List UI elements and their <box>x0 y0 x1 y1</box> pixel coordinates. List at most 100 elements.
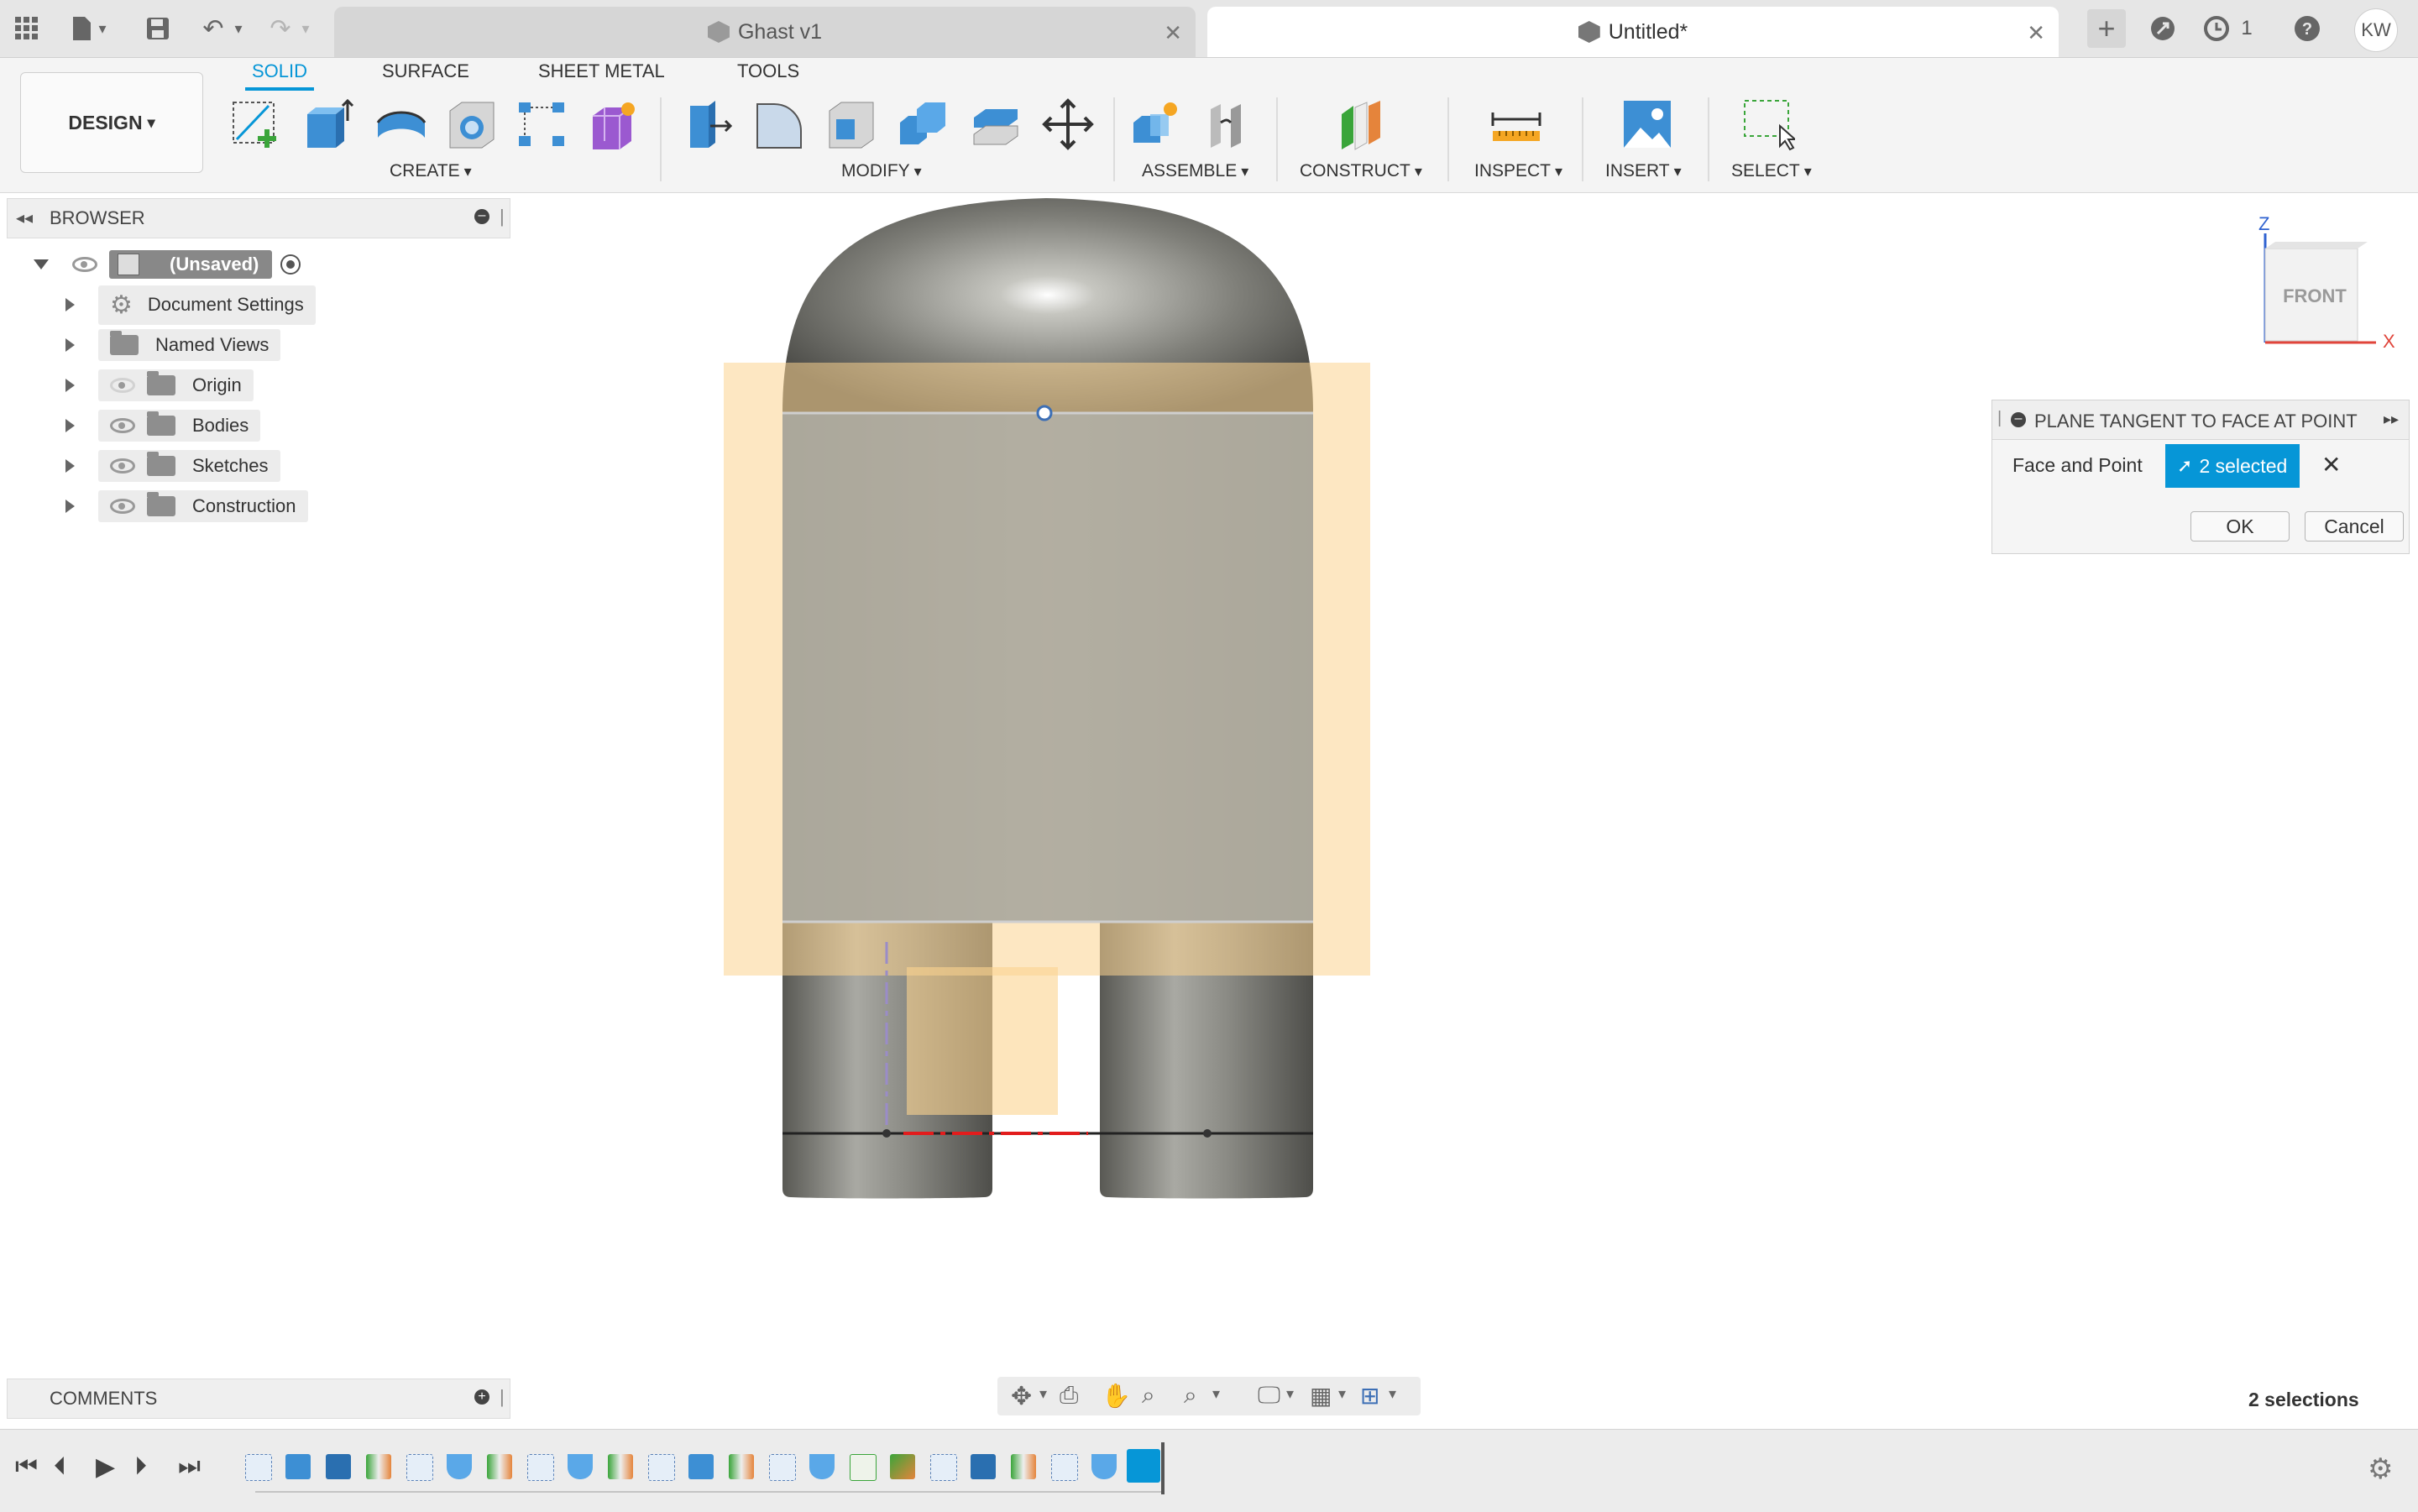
timeline-last-icon[interactable]: ⏭ <box>178 1452 201 1481</box>
timeline-extrude-feature[interactable] <box>688 1454 714 1479</box>
activate-radio-icon[interactable] <box>280 254 301 275</box>
timeline-revolve-feature[interactable] <box>447 1454 472 1479</box>
pan-hand-icon[interactable]: ✋ <box>1102 1382 1131 1410</box>
fit-window-icon[interactable]: ⌕ <box>1184 1382 1197 1410</box>
ok-button[interactable]: OK <box>2190 511 2290 541</box>
move-copy-icon[interactable] <box>1041 97 1095 151</box>
timeline-spline-feature[interactable] <box>850 1454 877 1481</box>
timeline-revolve-feature[interactable] <box>1091 1454 1117 1479</box>
assemble-menu[interactable]: ASSEMBLE <box>1142 161 1248 181</box>
clear-selection-icon[interactable]: ✕ <box>2321 451 2341 479</box>
measure-icon[interactable] <box>1489 97 1543 151</box>
offset-face-icon[interactable] <box>969 97 1023 151</box>
dialog-expand-icon[interactable]: ▸▸ <box>2384 411 2399 428</box>
create-sketch-icon[interactable] <box>230 97 284 151</box>
viewports-icon[interactable]: ⊞ <box>1360 1382 1379 1410</box>
fit-chevron-icon[interactable]: ▾ <box>1212 1385 1220 1403</box>
visibility-eye-icon[interactable] <box>72 257 97 272</box>
extrude-icon[interactable] <box>301 97 354 151</box>
extensions-icon[interactable] <box>2146 12 2180 45</box>
revolve-icon[interactable] <box>374 97 428 151</box>
app-grid-icon[interactable] <box>10 12 44 45</box>
timeline-play-icon[interactable]: ▶ <box>96 1452 115 1482</box>
orbit-chevron-icon[interactable]: ▾ <box>1039 1385 1047 1403</box>
browser-pin-icon[interactable]: | <box>500 206 505 228</box>
inspect-menu[interactable]: INSPECT <box>1474 161 1562 181</box>
pattern-icon[interactable] <box>516 97 569 151</box>
timeline-sketch-feature[interactable] <box>648 1454 675 1481</box>
timeline-marker[interactable] <box>1161 1442 1165 1494</box>
comments-pin-icon[interactable]: | <box>500 1386 505 1408</box>
timeline-next-icon[interactable]: ⏵ <box>134 1452 147 1481</box>
dialog-drag-handle[interactable]: | <box>1997 409 2002 428</box>
file-menu-chevron-icon[interactable]: ▾ <box>92 12 113 45</box>
tab-solid[interactable]: SOLID <box>244 60 315 91</box>
timeline-revolve-feature[interactable] <box>809 1454 835 1479</box>
timeline-extrude-feature[interactable] <box>971 1454 996 1479</box>
fillet-icon[interactable] <box>752 97 806 151</box>
display-chevron-icon[interactable]: ▾ <box>1286 1385 1294 1403</box>
timeline-first-icon[interactable]: ⏮ <box>15 1452 38 1481</box>
look-at-icon[interactable]: ⎙ <box>1060 1382 1078 1410</box>
timeline-previous-icon[interactable]: ⏴ <box>54 1452 66 1481</box>
undo-icon[interactable]: ↶ <box>196 12 230 45</box>
combine-icon[interactable] <box>897 97 950 151</box>
selection-button[interactable]: ➚ 2 selected <box>2165 444 2300 488</box>
zoom-icon[interactable]: ⌕ <box>1142 1382 1155 1410</box>
tab-tools[interactable]: TOOLS <box>737 60 799 82</box>
close-tab-icon[interactable]: ✕ <box>1164 20 1182 46</box>
tab-ghast-v1[interactable]: Ghast v1 ✕ <box>334 7 1196 57</box>
timeline-sketch-feature[interactable] <box>769 1454 796 1481</box>
timeline-current-feature[interactable] <box>1127 1449 1160 1483</box>
browser-root-row[interactable]: (Unsaved) <box>34 247 301 282</box>
tab-surface[interactable]: SURFACE <box>382 60 469 82</box>
browser-item-named-views[interactable]: Named Views <box>65 327 281 363</box>
expand-arrow-icon[interactable] <box>65 379 75 392</box>
timeline-sketch-feature[interactable] <box>245 1454 272 1481</box>
redo-icon[interactable]: ↷ <box>264 12 297 45</box>
browser-item-origin[interactable]: Origin <box>65 368 254 403</box>
user-avatar[interactable]: KW <box>2354 8 2398 52</box>
orbit-icon[interactable]: ✥ <box>1011 1382 1032 1411</box>
browser-item-bodies[interactable]: Bodies <box>65 408 261 443</box>
grid-chevron-icon[interactable]: ▾ <box>1338 1385 1346 1403</box>
root-component[interactable]: (Unsaved) <box>109 250 273 279</box>
timeline-plane-feature[interactable] <box>366 1454 391 1479</box>
window-select-icon[interactable] <box>1741 97 1798 151</box>
display-settings-icon[interactable]: 🖵 <box>1258 1382 1280 1410</box>
grid-settings-icon[interactable]: ▦ <box>1310 1382 1332 1410</box>
timeline-extrude-feature[interactable] <box>285 1454 311 1479</box>
construct-menu[interactable]: CONSTRUCT <box>1300 161 1422 181</box>
timeline-sketch-feature[interactable] <box>406 1454 433 1481</box>
save-icon[interactable] <box>141 12 175 45</box>
create-form-icon[interactable] <box>588 97 641 151</box>
viewcube[interactable]: Z X FRONT <box>2250 210 2401 361</box>
cancel-button[interactable]: Cancel <box>2305 511 2404 541</box>
collapse-browser-icon[interactable]: ◂◂ <box>16 207 33 228</box>
timeline-plane-feature[interactable] <box>1011 1454 1036 1479</box>
timeline-plane-feature[interactable] <box>608 1454 633 1479</box>
workspace-switcher-button[interactable]: DESIGN ▾ <box>20 72 203 173</box>
timeline-axis-feature[interactable] <box>890 1454 915 1479</box>
redo-chevron-icon[interactable]: ▾ <box>296 12 316 45</box>
viewcube-front-face[interactable]: FRONT <box>2277 285 2353 307</box>
select-menu[interactable]: SELECT <box>1731 161 1812 181</box>
dialog-header[interactable]: | – PLANE TANGENT TO FACE AT POINT ▸▸ <box>1992 400 2409 440</box>
timeline-revolve-feature[interactable] <box>568 1454 593 1479</box>
visibility-eye-icon[interactable] <box>110 499 135 514</box>
hole-icon[interactable] <box>445 97 499 151</box>
timeline-sketch-feature[interactable] <box>930 1454 957 1481</box>
tab-sheet-metal[interactable]: SHEET METAL <box>538 60 665 82</box>
insert-menu[interactable]: INSERT <box>1605 161 1682 181</box>
modify-menu[interactable]: MODIFY <box>841 161 922 181</box>
expand-arrow-icon[interactable] <box>65 419 75 432</box>
timeline-plane-feature[interactable] <box>729 1454 754 1479</box>
expand-arrow-icon[interactable] <box>65 500 75 513</box>
timeline-extrude-feature[interactable] <box>326 1454 351 1479</box>
new-tab-icon[interactable]: + <box>2087 9 2126 48</box>
viewports-chevron-icon[interactable]: ▾ <box>1389 1385 1396 1403</box>
expand-arrow-icon[interactable] <box>65 338 75 352</box>
hidden-eye-icon[interactable] <box>110 378 135 393</box>
visibility-eye-icon[interactable] <box>110 418 135 433</box>
dialog-collapse-icon[interactable]: – <box>2011 412 2026 427</box>
